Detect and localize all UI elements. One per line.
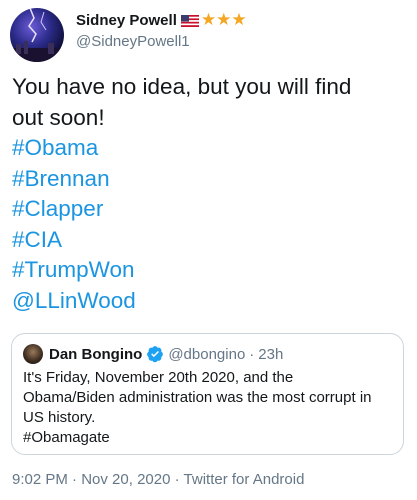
author-handle[interactable]: @SidneyPowell1 [76,33,406,50]
quoted-author-name[interactable]: Dan Bongino [49,346,142,363]
quoted-text-line: #Obamagate [23,429,110,446]
avatar-image-icon [10,8,64,62]
tweet-source[interactable]: Twitter for Android [184,471,305,488]
hashtag-link[interactable]: #Clapper [12,194,407,225]
quoted-text-line: US history. [23,409,96,426]
quoted-text-line: Obama/Biden administration was the most … [23,389,372,406]
tweet-text-line: out soon! [12,104,105,130]
tweet-text: You have no idea, but you will find out … [12,72,407,316]
quoted-text-line: It's Friday, November 20th 2020, and the [23,369,294,386]
tweet-time[interactable]: 9:02 PM [12,471,68,488]
author-avatar[interactable] [10,8,64,62]
hashtag-link[interactable]: #Obama [12,133,407,164]
hashtag-link[interactable]: #CIA [12,225,407,256]
hashtag-link[interactable]: #Brennan [12,164,407,195]
us-flag-icon [180,14,199,27]
mention-link[interactable]: @LLinWood [12,286,407,317]
quoted-tweet[interactable]: Dan Bongino @dbongino · 23h It's Friday,… [11,333,404,455]
quoted-author-avatar[interactable] [23,344,43,364]
dot-separator: · [249,345,255,363]
author-block: Sidney Powell ★★★ @SidneyPowell1 [76,10,406,50]
dot-separator: · [174,471,180,488]
tweet-meta: 9:02 PM · Nov 20, 2020 · Twitter for And… [12,471,304,488]
dot-separator: · [72,471,78,488]
author-display-name[interactable]: Sidney Powell [76,12,177,29]
quoted-author-handle[interactable]: @dbongino [168,346,245,363]
star-emoji-icon: ★★★ [200,9,247,30]
quoted-tweet-time[interactable]: 23h [258,346,283,363]
tweet-date[interactable]: Nov 20, 2020 [81,471,170,488]
tweet-text-line: You have no idea, but you will find [12,74,352,99]
author-name-row: Sidney Powell ★★★ [76,10,406,30]
hashtag-link[interactable]: #TrumpWon [12,255,407,286]
quoted-tweet-header: Dan Bongino @dbongino · 23h [49,344,283,364]
tweet-card: Sidney Powell ★★★ @SidneyPowell1 You hav… [0,0,417,500]
quoted-tweet-text: It's Friday, November 20th 2020, and the… [23,368,398,448]
verified-badge-icon [146,345,164,363]
